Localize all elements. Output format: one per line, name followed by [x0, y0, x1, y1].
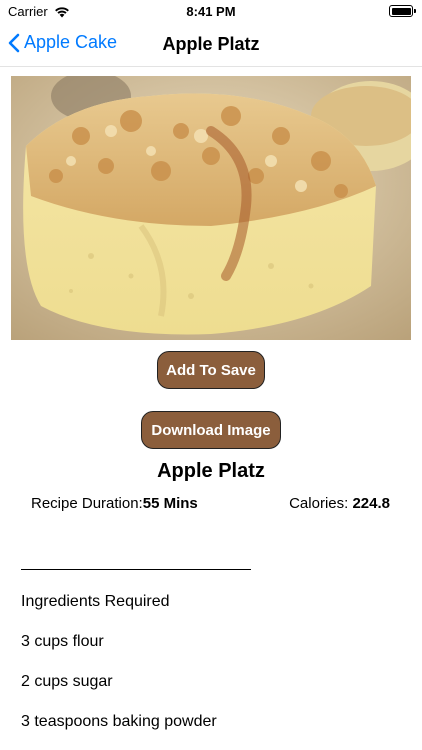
recipe-title: Apple Platz: [157, 460, 265, 482]
download-image-button[interactable]: Download Image: [141, 411, 281, 449]
status-bar: Carrier 8:41 PM: [0, 0, 422, 24]
calories-label: Calories:: [289, 495, 353, 512]
add-to-save-button[interactable]: Add To Save: [157, 351, 265, 389]
ingredients-header: Ingredients Required: [21, 593, 170, 610]
recipe-photo: [11, 76, 411, 340]
recipe-duration: Recipe Duration:55 Mins: [31, 495, 198, 512]
calories-value: 224.8: [352, 495, 390, 512]
ingredient-item: 3 teaspoons baking powder: [21, 713, 217, 730]
ingredient-item: 3 cups flour: [21, 633, 104, 650]
status-time: 8:41 PM: [186, 4, 236, 19]
battery-icon: [389, 5, 416, 17]
duration-value: 55 Mins: [142, 495, 198, 512]
duration-label: Recipe Duration:: [31, 495, 143, 512]
ingredient-item: 2 cups sugar: [21, 673, 113, 690]
divider: [21, 569, 251, 570]
recipe-calories: Calories: 224.8: [289, 495, 390, 512]
nav-title: Apple Platz: [162, 34, 260, 54]
navigation-bar: Apple Cake Apple Platz: [0, 24, 422, 67]
